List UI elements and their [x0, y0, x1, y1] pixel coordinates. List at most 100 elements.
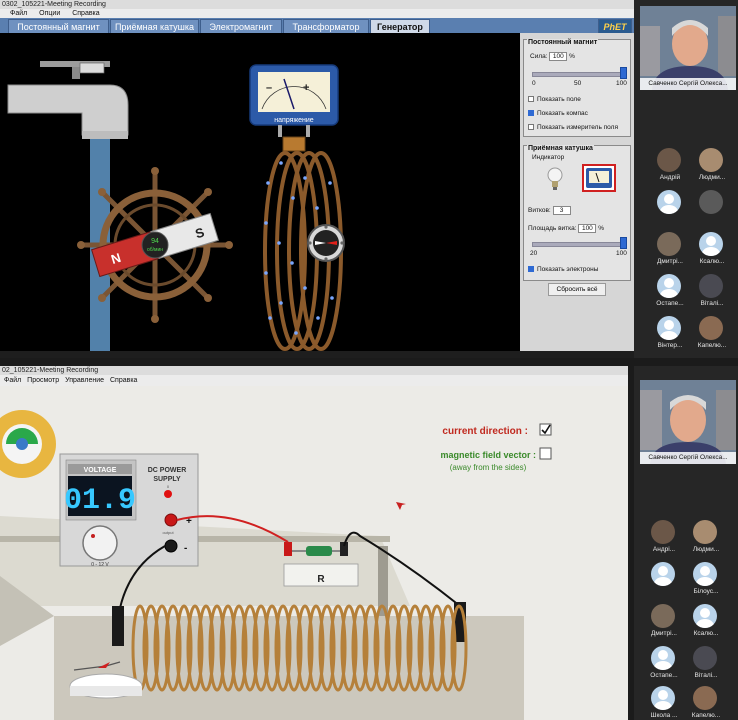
tab-transformer[interactable]: Трансформатор: [283, 19, 369, 33]
meter-plus: +: [303, 82, 309, 94]
tab-bar: Постоянный магнит Приёмная катушка Элект…: [0, 18, 634, 33]
lightbulb-icon[interactable]: [546, 166, 564, 192]
participant-tile[interactable]: [648, 562, 678, 596]
strength-min: 0: [532, 80, 536, 87]
participant-tile[interactable]: Вінтер...: [654, 316, 684, 350]
loops-row: Витков: 3: [528, 206, 571, 215]
avatar: [657, 316, 681, 340]
tab-generator[interactable]: Генератор: [370, 19, 430, 33]
menu-file[interactable]: Файл: [4, 377, 21, 384]
participant-tile[interactable]: Дмитрі...: [654, 232, 684, 266]
participant-tile[interactable]: Андрій: [654, 148, 684, 182]
participant-tile[interactable]: Андрі...: [648, 520, 678, 554]
dc-power-supply[interactable]: VOLTAGE 01.9 DC POWER SUPPLY 0 0 - 12 V …: [59, 453, 199, 568]
participant-tile[interactable]: Капелю...: [696, 316, 726, 350]
bottom-recording: 02_105221-Meeting Recording Файл Просмот…: [0, 366, 738, 720]
strength-max: 100: [616, 80, 627, 87]
participant-tile[interactable]: Капелю...: [690, 686, 720, 720]
tab-pickup-coil[interactable]: Приёмная катушка: [110, 19, 199, 33]
tab-permanent-magnet[interactable]: Постоянный магнит: [8, 19, 109, 33]
participant-tile[interactable]: Віталі...: [696, 274, 726, 308]
area-input[interactable]: 100: [578, 224, 597, 233]
area-slider[interactable]: [532, 242, 626, 247]
tab-electromagnet[interactable]: Электромагнит: [200, 19, 282, 33]
participant-tile[interactable]: Білоус...: [690, 562, 720, 596]
show-field-meter-checkbox[interactable]: [528, 124, 534, 131]
avatar: [693, 646, 717, 670]
show-field-meter-row[interactable]: Показать измеритель поля: [528, 124, 618, 131]
window-title: 02_105221-Meeting Recording: [0, 366, 628, 375]
faucet-icon[interactable]: [7, 61, 129, 139]
strength-row: Сила: 100 %: [530, 52, 575, 61]
loops-label: Витков:: [528, 207, 551, 214]
menu-bar: Файл Просмотр Управление Справка: [0, 375, 628, 386]
compass-icon[interactable]: [307, 224, 345, 262]
area-slider-thumb[interactable]: [620, 237, 627, 249]
participant-tile[interactable]: Ксалю...: [696, 232, 726, 266]
reset-all-button[interactable]: Сбросить всё: [548, 283, 606, 296]
area-unit: %: [598, 225, 604, 232]
participant-strip: Савченко Сергій Олекса... Андрі... Людми…: [634, 366, 738, 720]
avatar: [693, 686, 717, 710]
participant-tile[interactable]: Дмитрі...: [648, 604, 678, 638]
avatar: [651, 520, 675, 544]
participant-tile[interactable]: Остапе...: [648, 646, 678, 680]
show-compass-row[interactable]: Показать компас: [528, 110, 588, 117]
participant-tile[interactable]: Віталі...: [690, 646, 720, 680]
voltage-title: VOLTAGE: [84, 467, 117, 474]
plus-terminal[interactable]: [164, 513, 178, 527]
menu-help[interactable]: Справка: [110, 377, 137, 384]
menu-options[interactable]: Опции: [39, 10, 60, 17]
participant-tile[interactable]: Ксалю...: [690, 604, 720, 638]
participant-tile[interactable]: [654, 190, 684, 224]
strength-label: Сила:: [530, 53, 548, 60]
menu-help[interactable]: Справка: [72, 10, 99, 17]
strength-slider-thumb[interactable]: [620, 67, 627, 79]
participant-tile[interactable]: Школа ...: [648, 686, 678, 720]
strength-input[interactable]: 100: [549, 52, 568, 61]
minus-terminal[interactable]: [164, 539, 178, 553]
avatar: [657, 190, 681, 214]
avatar: [699, 316, 723, 340]
participant-tile[interactable]: Остапе...: [654, 274, 684, 308]
menu-view[interactable]: Просмотр: [27, 377, 59, 384]
menu-control[interactable]: Управление: [65, 377, 104, 384]
menu-file[interactable]: Файл: [10, 10, 27, 17]
show-compass-checkbox[interactable]: [528, 110, 534, 117]
magnetic-field-checkbox[interactable]: [539, 447, 552, 460]
speaker-video[interactable]: Савченко Сергій Олекса...: [640, 6, 736, 90]
power-led: [164, 490, 172, 498]
rpm-gauge: 94 об/мин: [141, 231, 169, 259]
avatar: [693, 562, 717, 586]
voltage-knob[interactable]: [82, 525, 118, 561]
voltmeter-indicator-icon[interactable]: [582, 164, 616, 192]
avatar: [699, 148, 723, 172]
speaker-video[interactable]: Савченко Сергій Олекса...: [640, 380, 736, 464]
participant-tile[interactable]: Людми...: [696, 148, 726, 182]
magnet-group-title: Постоянный магнит: [527, 39, 599, 46]
simulation-canvas[interactable]: N S 94 об/мин – + напряжение: [0, 33, 520, 351]
minus-sign: -: [184, 543, 187, 554]
away-note: (away from the sides): [450, 463, 527, 472]
show-electrons-checkbox[interactable]: [528, 266, 534, 273]
participant-tile[interactable]: Людми...: [690, 520, 720, 554]
show-field-row[interactable]: Показать поле: [528, 96, 581, 103]
menu-bar: Файл Опции Справка: [0, 9, 634, 18]
strength-mid: 50: [574, 80, 582, 87]
avatar: [651, 604, 675, 628]
pickup-coil-group-title: Приёмная катушка: [527, 145, 594, 152]
avatar: [693, 604, 717, 628]
strength-slider[interactable]: [532, 72, 626, 77]
area-max: 100: [616, 250, 627, 257]
show-electrons-label: Показать электроны: [537, 266, 599, 273]
solenoid-lab[interactable]: VOLTAGE 01.9 DC POWER SUPPLY 0 0 - 12 V …: [0, 386, 628, 720]
avatar: [699, 190, 723, 214]
loops-spinner[interactable]: 3: [552, 206, 571, 215]
meter-minus: –: [266, 82, 272, 94]
participant-tile[interactable]: [696, 190, 726, 224]
cursor-icon: [396, 502, 406, 510]
voltage-display: 01.9: [64, 484, 136, 518]
area-row: Площадь витка: 100 %: [528, 224, 604, 233]
show-electrons-row[interactable]: Показать электроны: [528, 266, 598, 273]
show-field-checkbox[interactable]: [528, 96, 534, 103]
